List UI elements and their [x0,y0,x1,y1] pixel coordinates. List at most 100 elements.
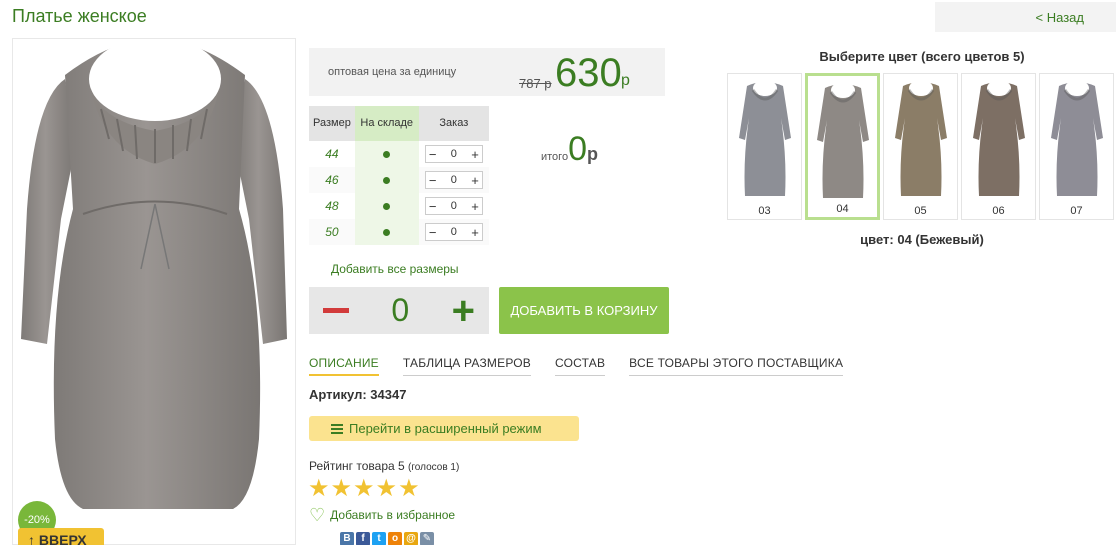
tab-composition[interactable]: СОСТАВ [555,356,606,376]
table-row: 44 − 0 + [309,141,489,167]
scroll-up-button[interactable]: ↑ ВВЕРХ [18,528,104,545]
color-swatch[interactable]: 07 [1039,73,1114,220]
size-table: Размер На складе Заказ 44 − 0 + 46 − 0 + 48 … [309,106,489,245]
price-box: оптовая цена за единицу 787 р 630 р [309,48,665,96]
in-stock-indicator [354,167,419,193]
order-header: Заказ [418,106,489,141]
mailru-icon[interactable]: @ [404,532,418,545]
price-currency: р [621,72,630,89]
tab-supplier-products[interactable]: ВСЕ ТОВАРЫ ЭТОГО ПОСТАВЩИКА [629,356,844,376]
add-to-cart-button[interactable]: ДОБАВИТЬ В КОРЗИНУ [499,287,669,334]
dress-thumbnail [738,80,791,196]
plus-icon[interactable]: + [471,147,479,162]
article-number: Артикул: 34347 [309,387,407,402]
extended-mode-label[interactable]: Перейти в расширенный режим [349,421,542,436]
size-value: 44 [325,147,339,161]
stock-dot-icon [383,229,391,236]
table-row: 46 − 0 + [309,167,489,193]
minus-icon[interactable]: − [429,147,437,162]
old-price: 787 р [519,76,552,91]
color-swatch[interactable]: 03 [727,73,802,220]
swatch-code: 07 [1070,205,1083,217]
star-icon[interactable]: ★ [331,477,353,501]
stock-dot-icon [383,203,391,210]
color-picker-title: Выберите цвет (всего цветов 5) [819,49,1025,64]
in-stock-indicator [354,219,419,245]
dress-thumbnail [894,80,947,196]
dress-thumbnail [1050,80,1103,196]
favorites-label[interactable]: Добавить в избранное [330,508,455,522]
dress-thumbnail [972,80,1025,196]
rating-votes: (голосов 1) [408,462,460,473]
livejournal-icon[interactable]: ✎ [420,532,434,545]
social-share: В f t о @ ✎ [340,532,436,545]
minus-icon[interactable]: − [429,199,437,214]
odnoklassniki-icon[interactable]: о [388,532,402,545]
size-value: 50 [309,219,355,245]
price-label: оптовая цена за единицу [328,66,457,78]
quantity-value[interactable]: 0 [391,292,409,329]
star-icon[interactable]: ★ [353,477,375,501]
star-icon[interactable]: ★ [308,477,330,501]
plus-icon[interactable]: + [471,199,479,214]
in-stock-indicator [354,141,419,167]
dress-thumbnail [816,82,869,198]
size-value: 48 [325,199,339,213]
rating-stars: ★ ★ ★ ★ ★ [308,477,421,501]
total-value: 0 [568,130,587,168]
plus-icon[interactable]: + [471,225,479,240]
stepper-value[interactable]: 0 [451,226,457,238]
list-icon [331,423,343,434]
tab-size-chart[interactable]: ТАБЛИЦА РАЗМЕРОВ [402,356,532,376]
page-title: Платье женское [12,6,147,26]
product-photo[interactable]: -20% [12,38,296,545]
add-to-favorites-link[interactable]: ♡ Добавить в избранное [309,505,455,525]
dress-image [21,39,287,509]
swatch-code: 03 [758,205,771,217]
quantity-stepper[interactable]: − 0 + [424,145,483,163]
stock-dot-icon [383,151,391,158]
minus-icon[interactable]: − [429,225,437,240]
total-label: итого [541,151,569,163]
color-swatch[interactable]: 05 [883,73,958,220]
product-tabs: ОПИСАНИЕ ТАБЛИЦА РАЗМЕРОВ СОСТАВ ВСЕ ТОВ… [309,356,867,376]
main-quantity-stepper[interactable]: 0 + [309,287,489,334]
star-icon[interactable]: ★ [376,477,398,501]
stepper-value[interactable]: 0 [451,148,457,160]
selected-color: цвет: 04 (Бежевый) [860,232,984,247]
stepper-value[interactable]: 0 [451,200,457,212]
in-stock-indicator [354,193,419,219]
quantity-stepper[interactable]: − 0 + [424,197,483,215]
stock-header: На складе [354,106,419,141]
plus-icon[interactable]: + [471,173,479,188]
heart-icon: ♡ [309,505,326,525]
order-total: итого0р [541,130,598,169]
facebook-icon[interactable]: f [356,532,370,545]
size-header: Размер [309,106,355,141]
rating-label: Рейтинг товара 5 [309,459,405,473]
tab-description[interactable]: ОПИСАНИЕ [309,356,379,376]
quantity-stepper[interactable]: − 0 + [424,223,483,241]
new-price: 630 [555,51,622,95]
back-link[interactable]: < Назад [935,2,1116,32]
stepper-value[interactable]: 0 [451,174,457,186]
vk-icon[interactable]: В [340,532,354,545]
size-value: 46 [309,167,355,193]
plus-icon[interactable]: + [452,291,475,331]
extended-mode-button[interactable]: Перейти в расширенный режим [309,416,579,441]
table-row: 50 − 0 + [309,219,489,245]
swatch-code: 04 [836,203,849,215]
rating-text: Рейтинг товара 5 (голосов 1) [309,459,459,473]
color-swatch[interactable]: 06 [961,73,1036,220]
star-icon[interactable]: ★ [398,477,420,501]
color-swatches: 03 04 05 06 07 [727,73,1116,220]
swatch-code: 05 [914,205,927,217]
swatch-code: 06 [992,205,1005,217]
add-all-sizes-link[interactable]: Добавить все размеры [331,262,459,276]
color-swatch[interactable]: 04 [805,73,880,220]
minus-icon[interactable] [323,308,349,313]
stock-dot-icon [383,177,391,184]
twitter-icon[interactable]: t [372,532,386,545]
minus-icon[interactable]: − [429,173,437,188]
quantity-stepper[interactable]: − 0 + [424,171,483,189]
